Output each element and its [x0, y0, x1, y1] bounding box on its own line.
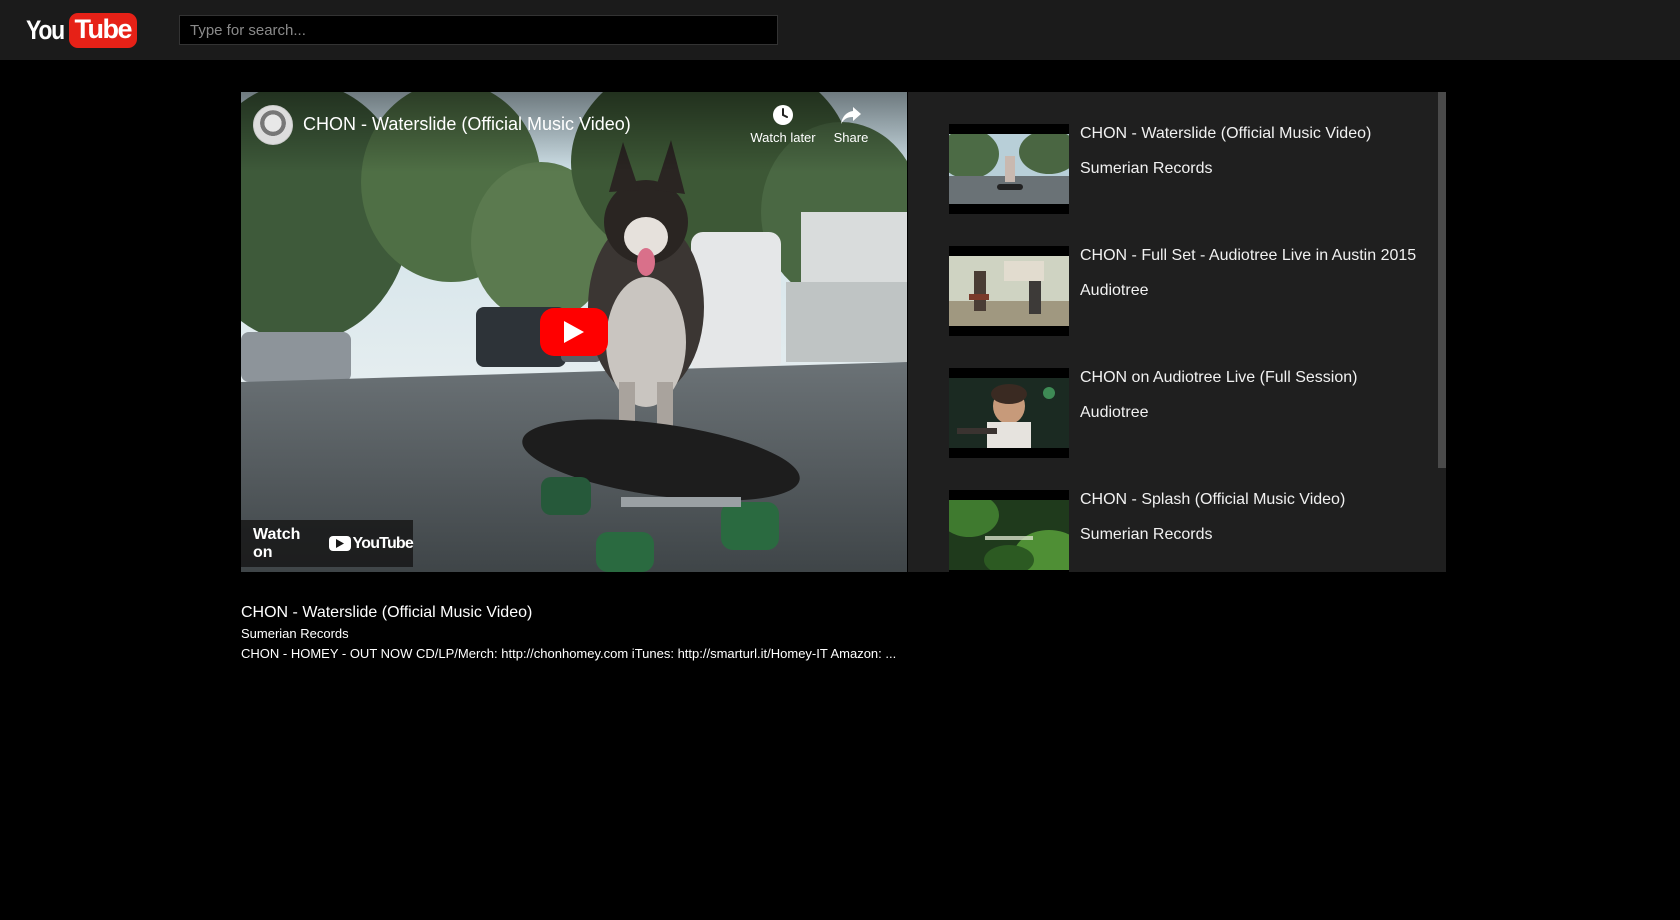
video-player[interactable]: CHON - Waterslide (Official Music Video)…: [241, 92, 907, 572]
search-input[interactable]: [179, 15, 778, 45]
youtube-play-box-icon: [328, 536, 351, 551]
share-button[interactable]: Share: [822, 104, 880, 145]
related-channel: Sumerian Records: [1080, 160, 1213, 177]
related-title[interactable]: CHON - Full Set - Audiotree Live in Aust…: [1080, 247, 1416, 265]
related-title[interactable]: CHON - Waterslide (Official Music Video): [1080, 125, 1371, 143]
related-scrollbar[interactable]: [1438, 92, 1446, 468]
logo-tube-text: Tube: [68, 12, 137, 48]
youtube-logo[interactable]: You Tube: [26, 12, 137, 48]
watch-on-youtube-button[interactable]: Watch on YouTube: [241, 520, 414, 567]
player-video-title[interactable]: CHON - Waterslide (Official Music Video): [303, 114, 631, 135]
top-header: You Tube: [0, 0, 1680, 60]
related-item[interactable]: CHON - Splash (Official Music Video) Sum…: [949, 490, 1429, 572]
video-channel: Sumerian Records: [241, 626, 349, 641]
related-channel: Audiotree: [1080, 282, 1149, 299]
logo-you-text: You: [26, 14, 65, 45]
related-channel: Sumerian Records: [1080, 526, 1213, 543]
video-description: CHON - HOMEY - OUT NOW CD/LP/Merch: http…: [241, 646, 897, 661]
thumbnail-image: [949, 500, 1069, 570]
related-thumbnail[interactable]: [949, 246, 1069, 336]
share-arrow-icon: [841, 107, 861, 124]
related-videos-panel[interactable]: CHON - Waterslide (Official Music Video)…: [908, 92, 1446, 572]
play-button[interactable]: [540, 308, 608, 356]
related-title[interactable]: CHON - Splash (Official Music Video): [1080, 491, 1345, 509]
channel-avatar[interactable]: [253, 105, 293, 145]
video-info: CHON - Waterslide (Official Music Video)…: [241, 604, 1141, 661]
related-item[interactable]: CHON - Full Set - Audiotree Live in Aust…: [949, 246, 1429, 336]
related-thumbnail[interactable]: [949, 124, 1069, 214]
watch-later-button[interactable]: Watch later: [743, 104, 823, 145]
watch-on-label: Watch on: [253, 525, 301, 561]
related-thumbnail[interactable]: [949, 368, 1069, 458]
share-label: Share: [833, 130, 869, 145]
related-thumbnail[interactable]: [949, 490, 1069, 572]
thumbnail-image: [949, 256, 1069, 326]
thumbnail-image: [949, 134, 1069, 204]
watch-on-brand: YouTube: [352, 534, 414, 552]
clock-icon: [773, 105, 793, 125]
thumbnail-image: [949, 378, 1069, 448]
play-icon: [564, 321, 584, 343]
video-title: CHON - Waterslide (Official Music Video): [241, 604, 533, 621]
watch-later-label: Watch later: [750, 130, 816, 145]
related-item[interactable]: CHON - Waterslide (Official Music Video)…: [949, 124, 1429, 214]
related-channel: Audiotree: [1080, 404, 1149, 421]
youtube-logo-icon: YouTube: [328, 534, 414, 553]
related-item[interactable]: CHON on Audiotree Live (Full Session) Au…: [949, 368, 1429, 458]
related-title[interactable]: CHON on Audiotree Live (Full Session): [1080, 369, 1357, 387]
